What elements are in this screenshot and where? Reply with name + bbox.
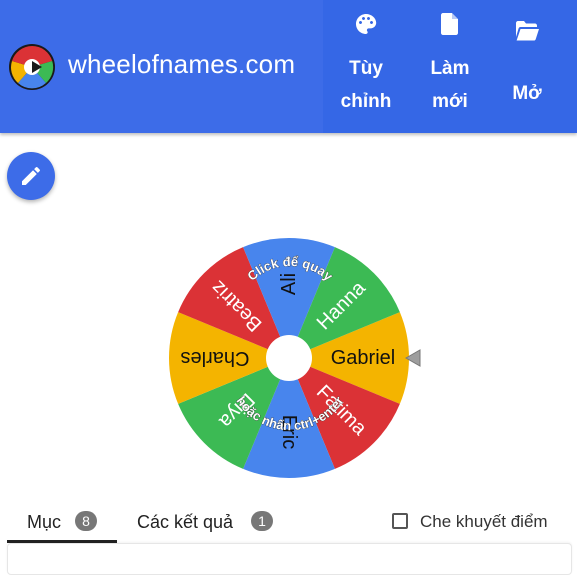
logo-icon[interactable] (8, 43, 56, 91)
tab-entries[interactable]: Mục 8 (7, 495, 117, 543)
new-button[interactable]: Làm mới (414, 0, 486, 133)
entries-panel (7, 543, 572, 575)
tab-results-count: 1 (251, 511, 273, 531)
wheel-container[interactable]: Gabriel Fatima Eric Diya Charles Beatriz Ali Ha… (150, 232, 430, 482)
app-header: wheelofnames.com Tùy chỉnh Làm mới Mở (0, 0, 577, 133)
wheel-entry-label: Charles (181, 347, 250, 369)
tab-entries-label: Mục (27, 512, 62, 532)
folder-open-icon (496, 20, 558, 42)
customize-button[interactable]: Tùy chỉnh (329, 0, 403, 133)
palette-icon (329, 12, 403, 36)
edit-button[interactable] (7, 152, 55, 200)
tab-entries-count: 8 (75, 511, 97, 531)
open-label: Mở (512, 83, 542, 104)
new-label-line2: mới (432, 91, 468, 112)
pencil-icon (22, 166, 40, 185)
file-icon (414, 12, 486, 36)
tab-results-label: Các kết quả (137, 512, 234, 532)
customize-label-line2: chỉnh (340, 91, 392, 112)
new-label-line1: Làm (430, 58, 470, 79)
open-button[interactable]: Mở (496, 0, 558, 133)
hide-checkbox-label: Che khuyết điểm (420, 512, 548, 531)
wheel[interactable]: GabrielFatimaEricDiyaCharlesBeatriz Ali Ha… (150, 232, 430, 482)
wheel-center (266, 335, 312, 381)
hide-checkbox[interactable] (392, 513, 408, 529)
tab-results[interactable]: Các kết quả 1 (125, 495, 285, 543)
site-title[interactable]: wheelofnames.com (68, 49, 295, 80)
wheel-entry-label: Gabriel (331, 347, 395, 369)
customize-label-line1: Tùy (349, 58, 383, 79)
wheel-entry-label: Ali (278, 273, 300, 295)
